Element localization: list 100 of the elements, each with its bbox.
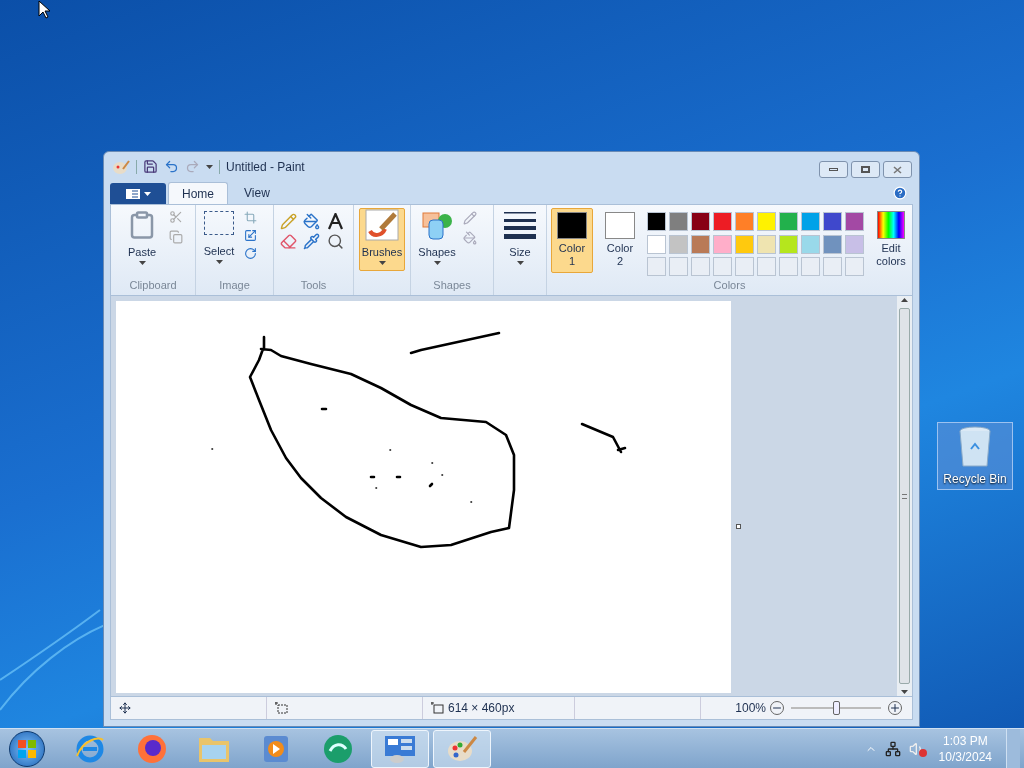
- palette-color[interactable]: [823, 212, 842, 231]
- fill-icon[interactable]: [463, 231, 477, 245]
- help-icon[interactable]: [893, 186, 907, 200]
- size-button[interactable]: Size: [504, 211, 536, 265]
- cursor-position-icon: [119, 702, 131, 714]
- start-button[interactable]: [9, 730, 45, 767]
- palette-color[interactable]: [647, 234, 666, 254]
- group-label: Image: [218, 277, 251, 293]
- outline-icon[interactable]: [463, 211, 477, 225]
- brushes-button[interactable]: Brushes: [359, 208, 405, 271]
- line-width-icon: [504, 211, 536, 239]
- scroll-up-icon[interactable]: [901, 298, 908, 302]
- window-title: Untitled - Paint: [226, 158, 305, 176]
- palette-color[interactable]: [757, 234, 776, 254]
- empty-palette-slot[interactable]: [845, 257, 864, 276]
- save-icon[interactable]: [143, 159, 158, 174]
- zoom-slider-thumb[interactable]: [832, 701, 840, 715]
- palette-color[interactable]: [691, 234, 710, 254]
- crop-icon[interactable]: [244, 211, 257, 224]
- empty-palette-slot[interactable]: [691, 257, 710, 276]
- show-desktop-button[interactable]: [1006, 728, 1020, 768]
- palette-color[interactable]: [779, 212, 798, 231]
- vertical-scrollbar[interactable]: [897, 296, 912, 696]
- copy-icon[interactable]: [169, 230, 183, 244]
- pencil-icon[interactable]: [280, 213, 297, 230]
- caret-icon: [378, 260, 386, 265]
- undo-icon[interactable]: [164, 159, 179, 174]
- network-icon[interactable]: [884, 740, 901, 757]
- fill-bucket-icon[interactable]: [303, 213, 321, 230]
- cut-icon[interactable]: [169, 210, 183, 224]
- palette-color[interactable]: [735, 212, 754, 231]
- empty-palette-slot[interactable]: [669, 257, 688, 276]
- group-label: Tools: [299, 277, 328, 293]
- selection-size-icon: [275, 702, 288, 714]
- empty-palette-slot[interactable]: [801, 257, 820, 276]
- group-label: Colors: [712, 277, 747, 293]
- caret-icon: [143, 191, 151, 196]
- palette-color[interactable]: [779, 234, 798, 254]
- magnifier-icon[interactable]: [326, 233, 344, 250]
- close-button[interactable]: [883, 161, 912, 178]
- group-label: Clipboard: [128, 277, 178, 293]
- resize-handle[interactable]: [736, 524, 741, 529]
- palette-color[interactable]: [801, 212, 820, 231]
- resize-icon[interactable]: [244, 229, 257, 242]
- taskbar-button[interactable]: [433, 729, 491, 768]
- windows-logo-icon: [18, 739, 36, 758]
- palette-color[interactable]: [845, 212, 864, 231]
- select-button[interactable]: Select: [202, 211, 236, 277]
- zoom-in-icon[interactable]: [888, 701, 902, 715]
- empty-palette-slot[interactable]: [779, 257, 798, 276]
- control-panel-icon: [384, 733, 416, 764]
- paint-palette-icon: [446, 733, 478, 764]
- taskbar-button[interactable]: [371, 729, 429, 768]
- edit-colors-button[interactable]: Edit colors: [870, 208, 912, 277]
- rotate-icon[interactable]: [244, 247, 257, 260]
- paste-button[interactable]: Paste: [121, 210, 163, 277]
- empty-palette-slot[interactable]: [735, 257, 754, 276]
- palette-color[interactable]: [845, 234, 864, 254]
- desktop-icon[interactable]: Recycle Bin: [937, 422, 1013, 490]
- caret-icon: [215, 259, 223, 264]
- color-picker-icon[interactable]: [303, 233, 321, 250]
- palette-color[interactable]: [669, 234, 688, 254]
- eraser-icon[interactable]: [280, 233, 297, 250]
- palette-color[interactable]: [801, 234, 820, 254]
- redo-icon[interactable]: [185, 159, 200, 174]
- empty-palette-slot[interactable]: [823, 257, 842, 276]
- browser-e-icon: [75, 733, 105, 764]
- palette-color[interactable]: [669, 212, 688, 231]
- caret-icon: [138, 260, 146, 265]
- application-menu-button[interactable]: [110, 183, 166, 204]
- media-player-icon: [263, 734, 289, 763]
- scroll-thumb[interactable]: [899, 308, 910, 684]
- ribbon-tab[interactable]: View: [230, 182, 284, 204]
- palette-color[interactable]: [713, 212, 732, 231]
- minimize-button[interactable]: [819, 161, 848, 178]
- text-tool-icon[interactable]: [326, 213, 344, 230]
- palette-color[interactable]: [713, 234, 732, 254]
- recycle-bin-icon: [957, 425, 993, 469]
- palette-color[interactable]: [757, 212, 776, 231]
- shapes-icon: [421, 211, 453, 241]
- shapes-button[interactable]: Shapes: [417, 211, 457, 277]
- brush-icon: [365, 209, 399, 241]
- maximize-button[interactable]: [851, 161, 880, 178]
- volume-muted-icon[interactable]: [908, 740, 925, 757]
- quick-access-caret-icon: [206, 164, 213, 169]
- canvas-size-text: 614 × 460px: [448, 700, 515, 717]
- empty-palette-slot[interactable]: [713, 257, 732, 276]
- ribbon-tab[interactable]: Home: [168, 182, 228, 204]
- color-slot-button[interactable]: Color 1: [551, 208, 593, 273]
- palette-color[interactable]: [647, 212, 666, 231]
- palette-color[interactable]: [823, 234, 842, 254]
- group-label: Shapes: [432, 277, 472, 293]
- zoom-level-text: 100%: [735, 700, 766, 717]
- empty-palette-slot[interactable]: [757, 257, 776, 276]
- scroll-down-icon: [901, 690, 908, 694]
- palette-color[interactable]: [735, 234, 754, 254]
- close-icon: [893, 165, 902, 174]
- palette-color[interactable]: [691, 212, 710, 231]
- color-slot-button[interactable]: Color 2: [599, 208, 641, 273]
- empty-palette-slot[interactable]: [647, 257, 666, 276]
